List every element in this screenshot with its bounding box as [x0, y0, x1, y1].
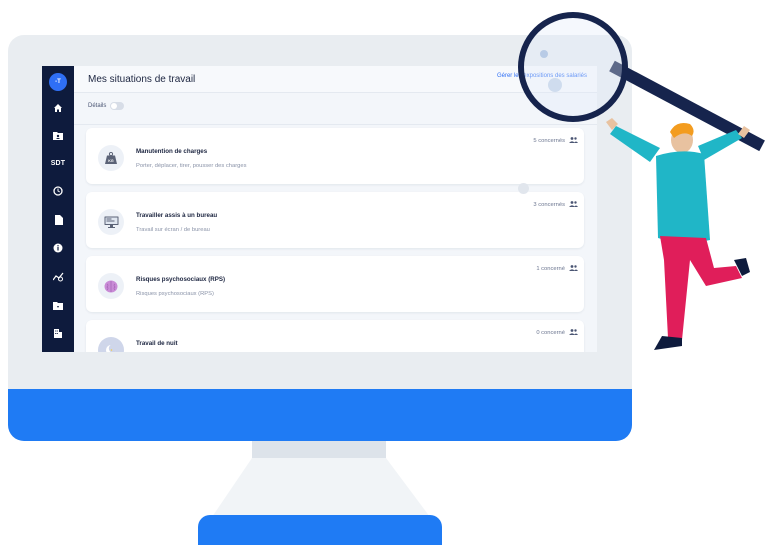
computer-icon [98, 209, 124, 235]
clock-icon[interactable] [50, 183, 66, 199]
people-icon [569, 201, 578, 209]
situation-card-rps[interactable]: Risques psychosociaux (RPS) Risques psyc… [86, 256, 584, 312]
building-icon[interactable] [50, 325, 66, 341]
count-label: 3 concernés [533, 202, 565, 208]
document-icon[interactable] [50, 212, 66, 228]
folder-person-icon[interactable] [50, 127, 66, 143]
sidebar-item-sdt[interactable]: SDT [50, 155, 66, 171]
situation-title: Risques psychosociaux (RPS) [136, 276, 226, 283]
situation-count: 1 concerné [536, 265, 578, 273]
situation-count: 3 concernés [533, 201, 578, 209]
lens-reflection [548, 78, 562, 92]
situation-subtitle: Porter, déplacer, tirer, pousser des cha… [136, 163, 247, 169]
app-screen: -T SDT Mes situations de travail Gérer l… [42, 66, 597, 352]
situation-count: 0 concerné [536, 329, 578, 337]
situation-subtitle: Travail sur écran / de bureau [136, 227, 210, 233]
info-icon[interactable] [50, 240, 66, 256]
folder-icon[interactable] [50, 297, 66, 313]
lens-reflection [540, 50, 548, 58]
person-illustration [606, 118, 750, 350]
moon-icon [98, 337, 124, 352]
weight-icon: KG [98, 145, 124, 171]
situation-card-manutention[interactable]: KG Manutention de charges Porter, déplac… [86, 128, 584, 184]
situation-subtitle: Risques psychosociaux (RPS) [136, 291, 214, 297]
home-icon[interactable] [50, 100, 66, 116]
situation-title: Manutention de charges [136, 148, 208, 155]
situation-title: Travail de nuit [136, 340, 178, 347]
situation-title: Travailler assis à un bureau [136, 212, 218, 219]
situation-count: 5 concernés [533, 137, 578, 145]
count-label: 5 concernés [533, 138, 565, 144]
page-title: Mes situations de travail [88, 74, 196, 85]
details-label: Détails [88, 103, 107, 109]
sidebar: -T SDT [42, 66, 74, 352]
details-filter: Détails [88, 102, 125, 110]
people-icon [569, 329, 578, 337]
count-label: 1 concerné [536, 266, 565, 272]
brain-icon [98, 273, 124, 299]
chart-icon[interactable] [50, 269, 66, 285]
monitor-stand-base [198, 515, 442, 545]
avatar[interactable]: -T [49, 73, 67, 91]
divider [74, 124, 597, 125]
svg-text:KG: KG [108, 159, 114, 163]
situation-card-bureau[interactable]: Travailler assis à un bureau Travail sur… [86, 192, 584, 248]
details-toggle[interactable] [110, 102, 125, 110]
scroll-indicator[interactable] [518, 183, 529, 194]
situation-card-nuit[interactable]: Travail de nuit 0 concerné [86, 320, 584, 352]
people-icon [569, 265, 578, 273]
main-content: Mes situations de travail Gérer les expo… [74, 66, 597, 352]
people-icon [569, 137, 578, 145]
count-label: 0 concerné [536, 330, 565, 336]
